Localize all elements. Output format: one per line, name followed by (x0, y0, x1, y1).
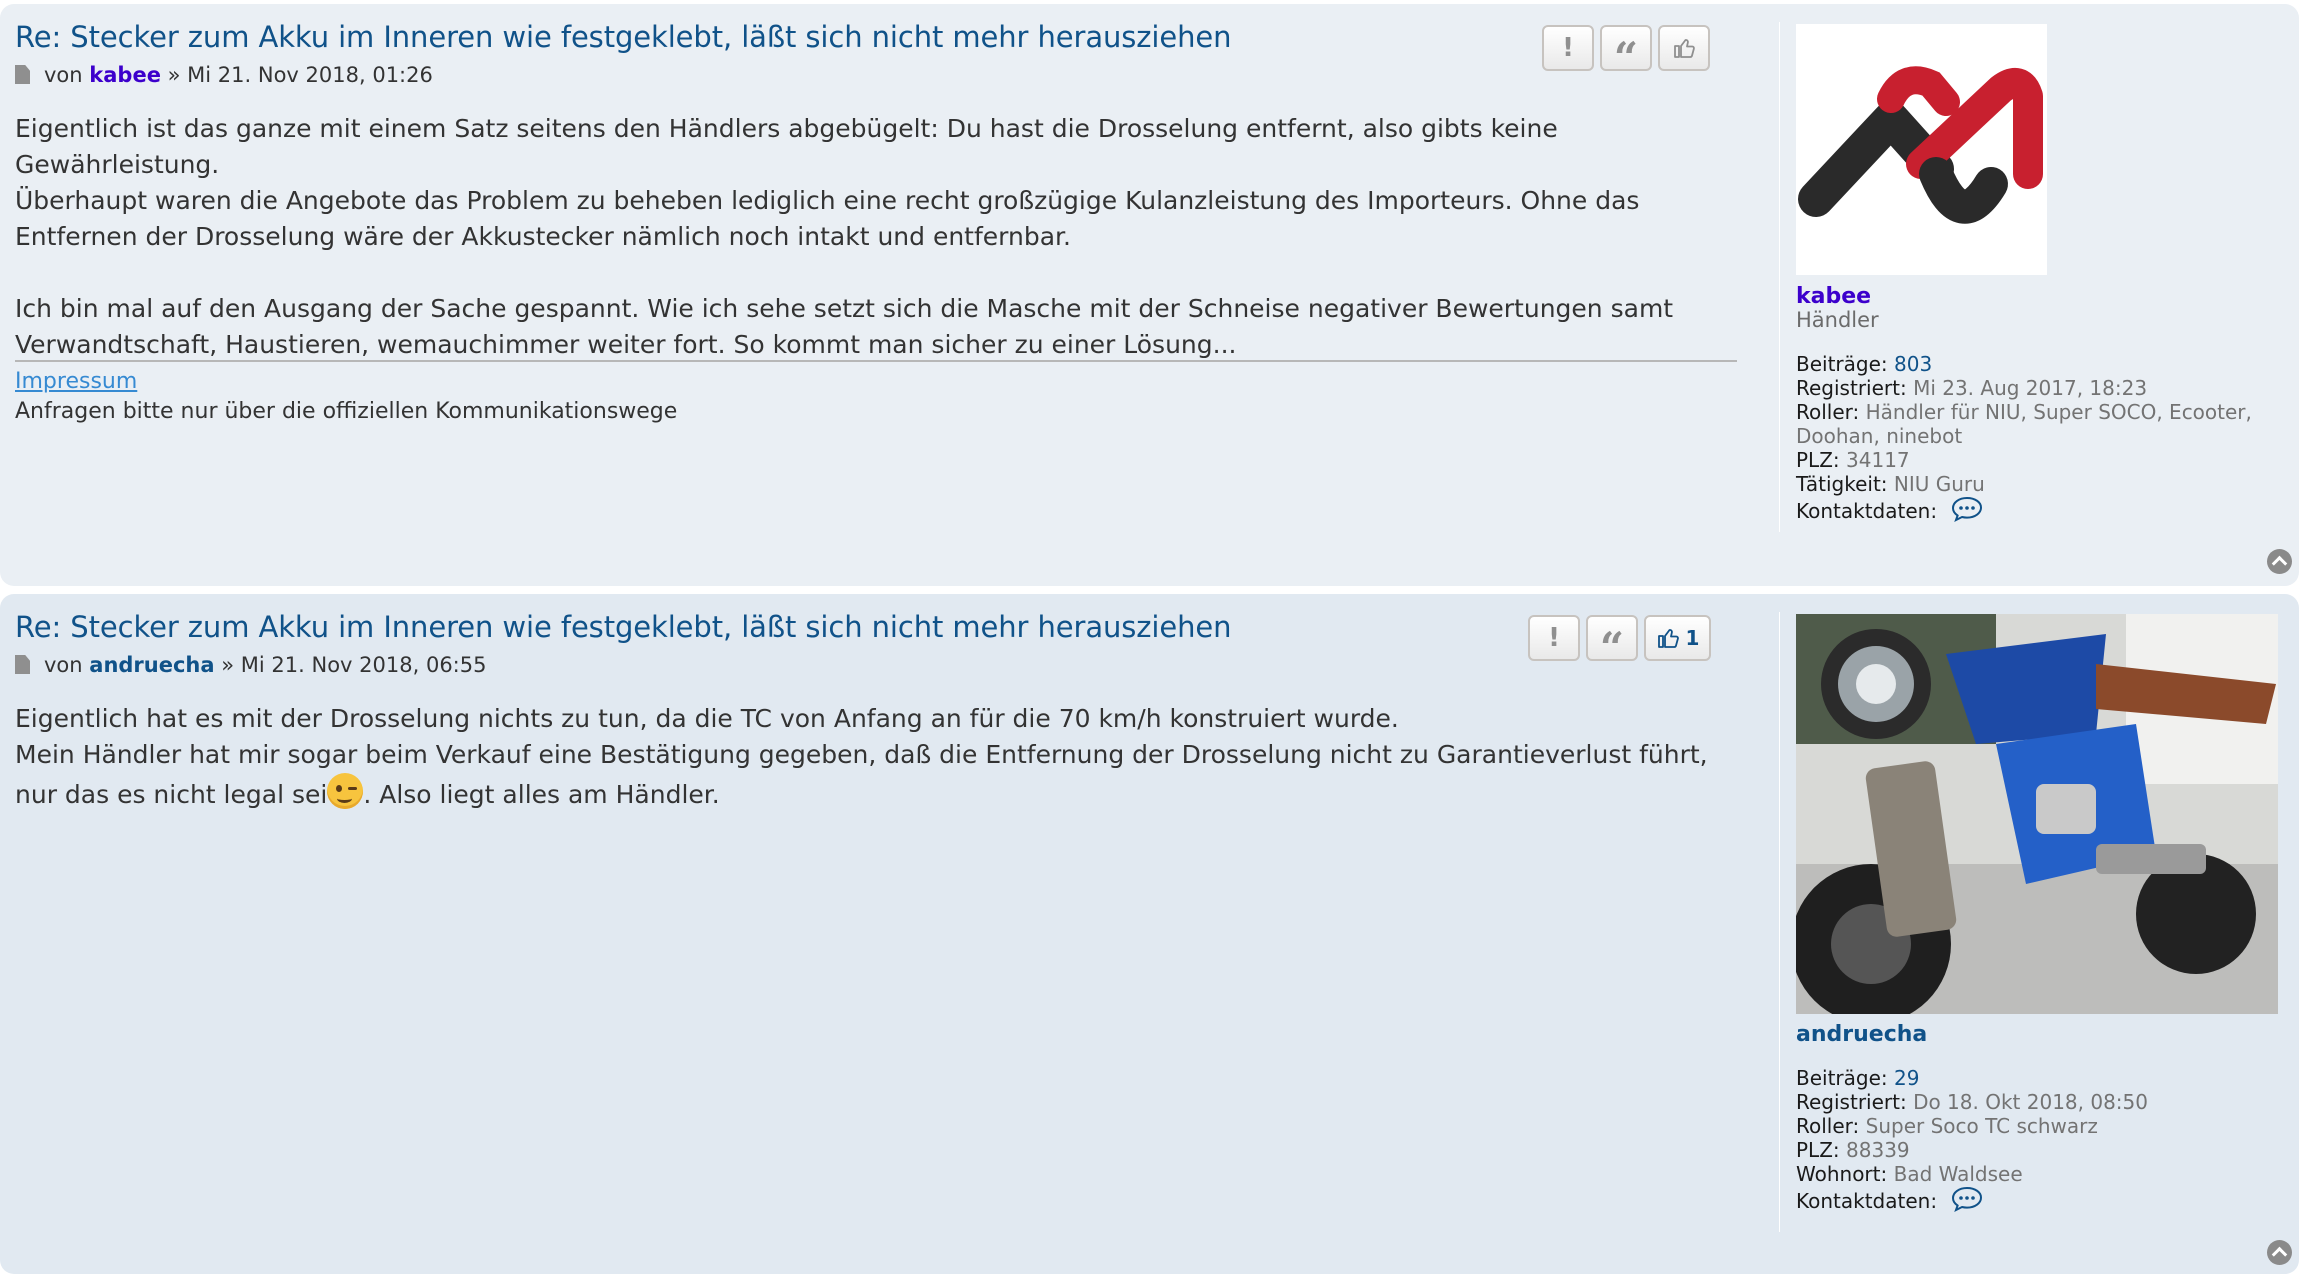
post-content: Eigentlich ist das ganze mit einem Satz … (15, 111, 1735, 363)
thumbs-up-icon (1674, 39, 1695, 58)
profile-field-contact: Kontaktdaten: (1796, 1186, 2276, 1213)
back-to-top-icon[interactable] (2267, 1240, 2292, 1265)
profile-username[interactable]: kabee (1796, 284, 1871, 309)
profile-field-scooter: Roller: Händler für NIU, Super SOCO, Eco… (1796, 400, 2252, 448)
post-author[interactable]: andruecha (89, 653, 214, 677)
profile-rank: Händler (1796, 308, 1879, 332)
post-meta: von andruecha » Mi 21. Nov 2018, 06:55 (15, 653, 486, 677)
avatar[interactable] (1796, 614, 2278, 1014)
post-1: Re: Stecker zum Akku im Inneren wie fest… (0, 4, 2299, 586)
document-icon[interactable] (15, 65, 30, 84)
thumbs-up-icon (1657, 629, 1679, 648)
profile-fields: Beiträge: 803 Registriert: Mi 23. Aug 20… (1796, 352, 2276, 523)
profile-field-posts: Beiträge: 803 (1796, 352, 1933, 376)
profile-field-occupation: Tätigkeit: NIU Guru (1796, 472, 1985, 496)
report-button[interactable]: ! (1528, 615, 1580, 661)
profile-field-registered: Registriert: Do 18. Okt 2018, 08:50 (1796, 1090, 2148, 1114)
meta-separator: » (167, 63, 181, 87)
profile-field-zip: PLZ: 88339 (1796, 1138, 1910, 1162)
dealer-logo (1798, 66, 2043, 224)
profile-fields: Beiträge: 29 Registriert: Do 18. Okt 201… (1796, 1066, 2276, 1213)
post-2: Re: Stecker zum Akku im Inneren wie fest… (0, 594, 2299, 1274)
profile-field-scooter: Roller: Super Soco TC schwarz (1796, 1114, 2098, 1138)
content-paragraph: Ich bin mal auf den Ausgang der Sache ge… (15, 294, 1674, 359)
back-to-top-icon[interactable] (2267, 549, 2292, 574)
meta-prefix: von (44, 653, 83, 677)
quote-icon: “ (1613, 33, 1639, 82)
profile-field-posts: Beiträge: 29 (1796, 1066, 1920, 1090)
like-button[interactable] (1658, 25, 1710, 71)
post-content: Eigentlich hat es mit der Drosselung nic… (15, 701, 1735, 813)
post-date: Mi 21. Nov 2018, 06:55 (240, 653, 487, 677)
profile-username[interactable]: andruecha (1796, 1022, 1927, 1047)
quote-icon: “ (1599, 623, 1625, 672)
signature-link[interactable]: Impressum (15, 369, 137, 394)
meta-prefix: von (44, 63, 83, 87)
like-count: 1 (1685, 626, 1700, 650)
content-paragraph: Mein Händler hat mir sogar beim Verkauf … (15, 740, 1708, 809)
post-buttons: ! “ (1542, 25, 1710, 79)
wink-emoji-icon (327, 773, 364, 809)
document-icon[interactable] (15, 655, 30, 674)
quote-button[interactable]: “ (1586, 615, 1638, 669)
content-paragraph: Eigentlich ist das ganze mit einem Satz … (15, 114, 1558, 179)
post-title[interactable]: Re: Stecker zum Akku im Inneren wie fest… (15, 20, 1232, 54)
exclamation-icon: ! (1548, 623, 1560, 653)
quote-button[interactable]: “ (1600, 25, 1652, 79)
content-paragraph: Überhaupt waren die Angebote das Problem… (15, 186, 1640, 251)
post-profile: kabee Händler Beiträge: 803 Registriert:… (1779, 22, 2279, 532)
profile-field-location: Wohnort: Bad Waldsee (1796, 1162, 2023, 1186)
post-profile: andruecha Beiträge: 29 Registriert: Do 1… (1779, 612, 2289, 1232)
signature-text: Anfragen bitte nur über die offiziellen … (15, 399, 678, 424)
report-button[interactable]: ! (1542, 25, 1594, 71)
profile-field-registered: Registriert: Mi 23. Aug 2017, 18:23 (1796, 376, 2148, 400)
post-title[interactable]: Re: Stecker zum Akku im Inneren wie fest… (15, 610, 1232, 644)
post-date: Mi 21. Nov 2018, 01:26 (187, 63, 433, 87)
motorcycle-photo (1796, 614, 2278, 1014)
avatar[interactable] (1796, 24, 2047, 275)
profile-field-contact: Kontaktdaten: (1796, 496, 2276, 523)
profile-field-zip: PLZ: 34117 (1796, 448, 1910, 472)
signature-divider (15, 360, 1737, 362)
post-author[interactable]: kabee (89, 63, 161, 87)
like-button[interactable]: 1 (1644, 615, 1711, 661)
chat-bubble-icon[interactable] (1951, 1186, 1983, 1212)
chat-bubble-icon[interactable] (1951, 496, 1983, 522)
post-meta: von kabee » Mi 21. Nov 2018, 01:26 (15, 63, 433, 87)
post-buttons: ! “ 1 (1528, 615, 1711, 669)
exclamation-icon: ! (1562, 33, 1574, 63)
content-paragraph: Eigentlich hat es mit der Drosselung nic… (15, 704, 1399, 733)
meta-separator: » (221, 653, 235, 677)
